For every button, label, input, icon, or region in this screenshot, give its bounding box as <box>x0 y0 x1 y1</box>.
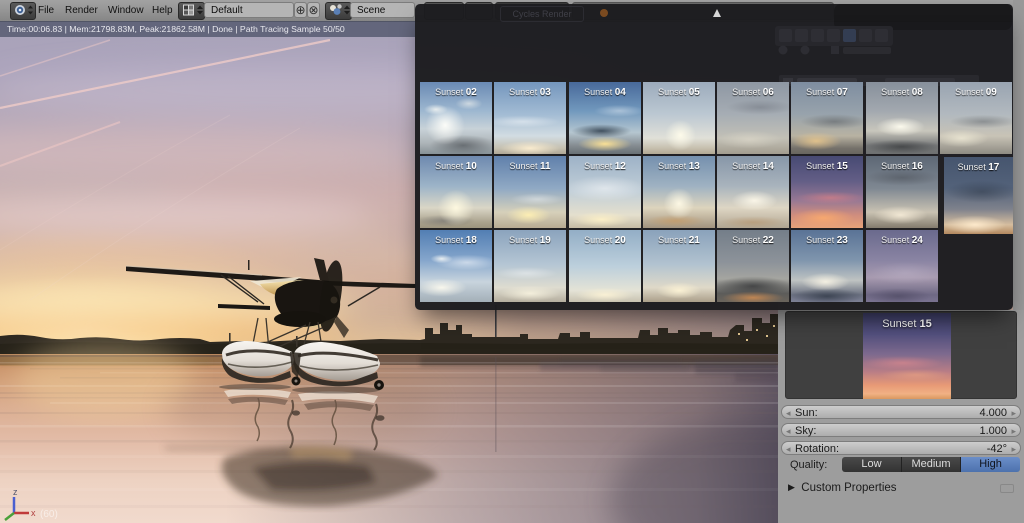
svg-text:x: x <box>31 508 36 518</box>
svg-text:(60): (60) <box>40 509 58 520</box>
svg-text:z: z <box>13 487 18 497</box>
